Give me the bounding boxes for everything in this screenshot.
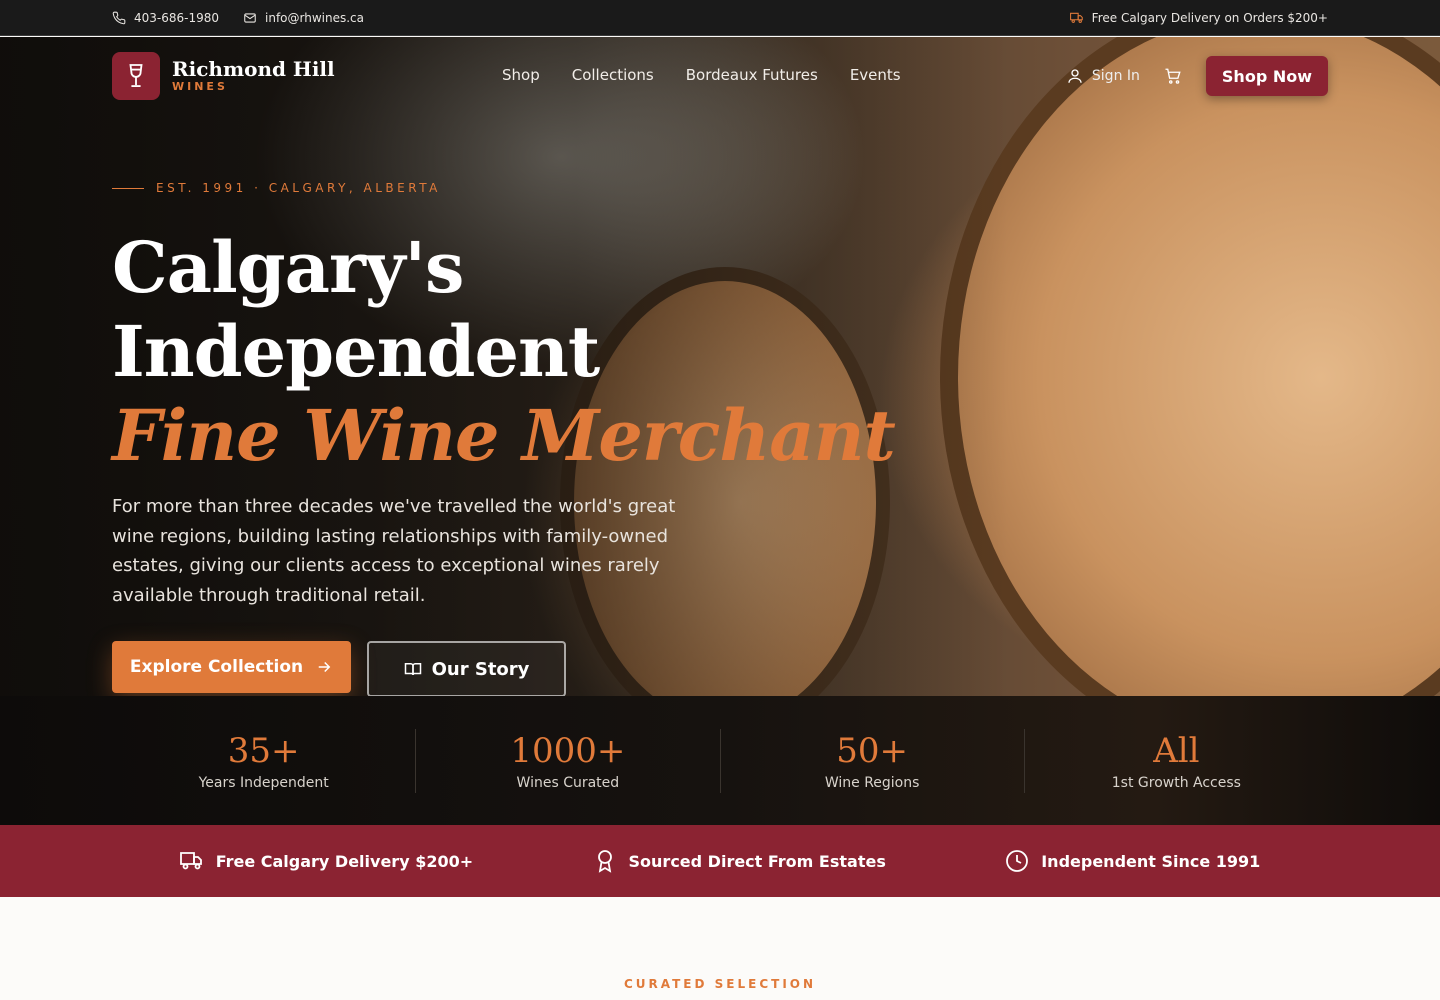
shop-now-button[interactable]: Shop Now [1205,56,1328,96]
feature-label: Sourced Direct From Estates [628,851,886,871]
nav-link-collections[interactable]: Collections [572,66,654,84]
top-info-bar: 403-686-1980 info@rhwines.ca Free Calgar… [0,0,1440,36]
stats-bar: 35+ Years Independent 1000+ Wines Curate… [0,696,1440,825]
our-story-label: Our Story [431,658,530,680]
arrow-right-icon [318,661,331,673]
brand-name: Richmond Hill [172,57,335,81]
email-link[interactable]: info@rhwines.ca [243,11,364,25]
stat-item: 35+ Years Independent [112,728,417,793]
stat-label: Wine Regions [824,774,920,791]
stat-value: All [1153,730,1200,771]
explore-collection-button[interactable]: Explore Collection [112,641,351,693]
brand-subtitle: WINES [172,80,228,93]
email-address: info@rhwines.ca [265,10,365,25]
cart-button[interactable] [1164,67,1182,85]
delivery-notice-text: Free Calgary Delivery on Orders $200+ [1091,10,1328,25]
nav-link-events[interactable]: Events [850,66,901,84]
feature-delivery: Free Calgary Delivery $200+ [179,849,474,873]
stat-label: Years Independent [198,774,329,791]
stat-item: All 1st Growth Access [1025,729,1328,793]
headline-accent: Fine Wine Merchant [112,394,896,477]
feature-strip: Free Calgary Delivery $200+ Sourced Dire… [0,825,1440,897]
stat-item: 50+ Wine Regions [721,728,1025,793]
main-nav: Richmond Hill WINES Shop Collections Bor… [0,52,1440,100]
feature-independent: Independent Since 1991 [1005,849,1260,873]
stat-label: 1st Growth Access [1111,774,1241,791]
phone-link[interactable]: 403-686-1980 [112,11,219,25]
logo-text: Richmond Hill WINES [172,58,335,94]
stat-value: 1000+ [510,730,626,771]
nav-actions: Sign In Shop Now [1066,56,1328,96]
wine-glass-icon [112,52,160,100]
hero-description: For more than three decades we've travel… [112,496,676,606]
hero-eyebrow: EST. 1991 · CALGARY, ALBERTA [112,181,441,195]
explore-collection-label: Explore Collection [129,657,304,677]
stat-label: Wines Curated [516,774,620,791]
stat-value: 35+ [227,730,300,771]
feature-label: Free Calgary Delivery $200+ [215,851,474,871]
feature-sourced: Sourced Direct From Estates [593,849,886,873]
nav-link-shop[interactable]: Shop [502,66,540,84]
eyebrow-line [112,187,144,189]
sign-in-link[interactable]: Sign In [1066,67,1140,85]
headline-line-1: Calgary's [112,226,464,309]
headline-line-2: Independent [112,310,600,393]
cart-icon [1165,68,1181,84]
hero-eyebrow-text: EST. 1991 · CALGARY, ALBERTA [156,181,441,195]
truck-icon [179,852,202,870]
logo[interactable]: Richmond Hill WINES [112,52,335,100]
hero-section: Richmond Hill WINES Shop Collections Bor… [0,37,1440,696]
delivery-notice: Free Calgary Delivery on Orders $200+ [1069,10,1328,25]
truck-icon [1069,12,1083,23]
sign-in-label: Sign In [1091,68,1140,84]
nav-link-bordeaux-futures[interactable]: Bordeaux Futures [686,66,818,84]
phone-number: 403-686-1980 [134,10,220,25]
stat-value: 50+ [836,730,908,771]
mail-icon [244,12,256,23]
award-icon [597,850,612,873]
clock-icon [1006,850,1029,872]
hero-headline: Calgary's Independent Fine Wine Merchant [112,226,896,478]
hero-cta-row: Explore Collection Our Story [112,641,566,696]
phone-icon [112,11,126,24]
our-story-button[interactable]: Our Story [367,641,566,696]
nav-links: Shop Collections Bordeaux Futures Events [502,66,901,84]
book-icon [404,663,421,676]
section-eyebrow: CURATED SELECTION [623,977,817,991]
feature-label: Independent Since 1991 [1041,851,1261,871]
stat-item: 1000+ Wines Curated [416,728,721,793]
user-icon [1068,69,1082,83]
